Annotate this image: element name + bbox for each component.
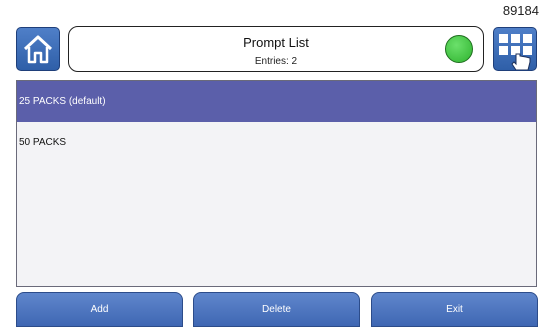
delete-button-label: Delete [262,304,291,315]
list-item-label: 25 PACKS (default) [19,96,106,107]
exit-button-label: Exit [446,304,463,315]
entries-count: Entries: 2 [254,56,298,67]
add-button-label: Add [90,304,109,315]
grid-menu-icon [499,34,532,70]
page-title: Prompt List [243,35,309,50]
menu-button[interactable] [493,27,537,71]
list-item[interactable]: 25 PACKS (default) [17,81,536,122]
status-indicator-icon [445,35,473,63]
prompt-list: 25 PACKS (default) 50 PACKS [16,80,537,287]
home-icon [23,35,53,64]
device-id: 89184 [502,3,539,18]
exit-button[interactable]: Exit [371,292,538,327]
add-button[interactable]: Add [16,292,183,327]
home-button[interactable] [16,27,60,71]
header-panel: Prompt List Entries: 2 [68,26,484,72]
delete-button[interactable]: Delete [193,292,360,327]
list-item[interactable]: 50 PACKS [17,122,536,163]
list-item-label: 50 PACKS [19,137,67,148]
hand-pointer-icon [511,53,531,70]
